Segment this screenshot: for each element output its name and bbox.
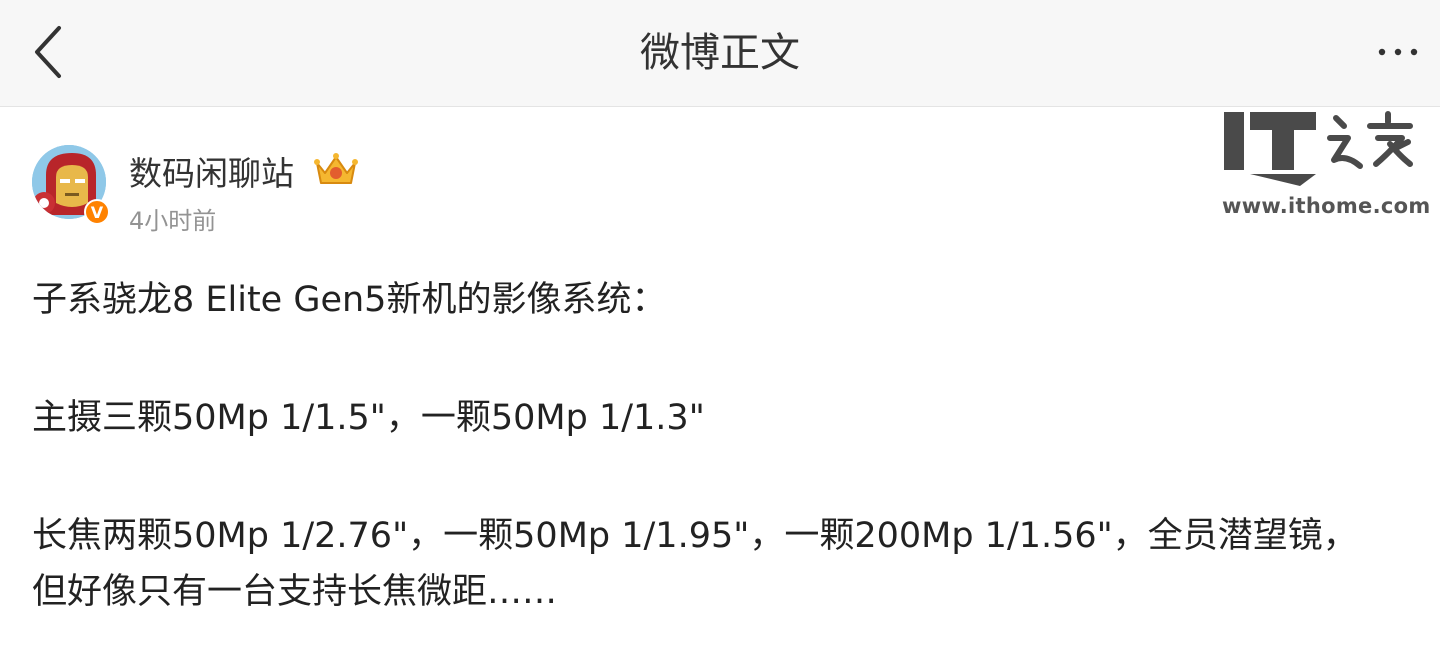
more-horizontal-icon xyxy=(1378,48,1418,56)
verified-badge: V xyxy=(84,199,110,225)
ithome-watermark: www.ithome.com xyxy=(1220,108,1430,223)
page-title: 微博正文 xyxy=(640,30,800,76)
post-paragraph: 但好像只有一台支持长焦微距…… xyxy=(32,572,558,612)
crown-badge-icon xyxy=(314,153,358,184)
post-time: 4小时前 xyxy=(129,207,217,235)
post-paragraph: 子系骁龙8 Elite Gen5新机的影像系统： xyxy=(32,280,667,320)
post-paragraph: 主摄三颗50Mp 1/1.5"，一颗50Mp 1/1.3" xyxy=(32,398,705,438)
post-author-header: V 数码闲聊站 4小时前 xyxy=(32,145,732,235)
more-button[interactable] xyxy=(1368,30,1428,74)
ithome-logo-icon xyxy=(1224,111,1413,186)
watermark-url: www.ithome.com xyxy=(1222,194,1431,218)
top-nav-bar: 微博正文 xyxy=(0,0,1440,107)
post-paragraph: 长焦两颗50Mp 1/2.76"，一颗50Mp 1/1.95"，一颗200Mp … xyxy=(32,516,1358,556)
author-name[interactable]: 数码闲聊站 xyxy=(129,147,294,195)
post-body: 子系骁龙8 Elite Gen5新机的影像系统： 主摄三颗50Mp 1/1.5"… xyxy=(32,272,1412,620)
